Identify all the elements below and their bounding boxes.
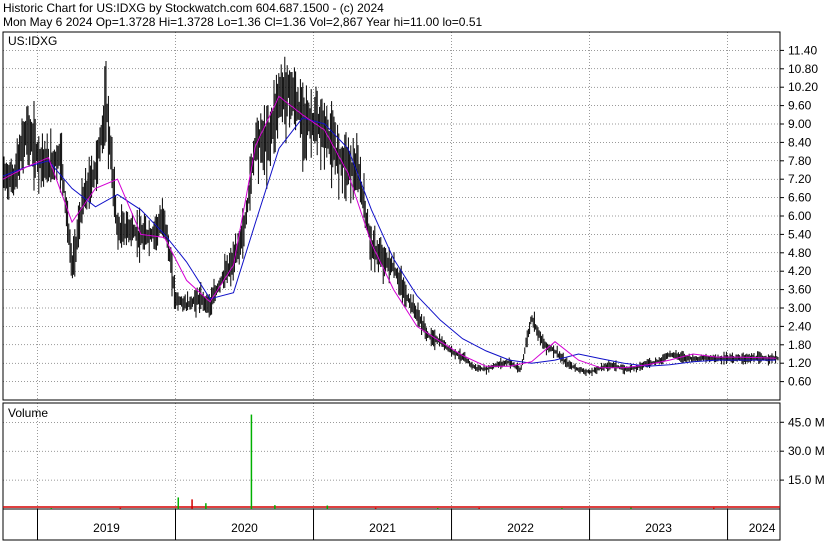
price-tick-label: 3.00 [788, 301, 812, 315]
price-tick-label: 1.20 [788, 356, 812, 370]
stock-chart: US:IDXG Volume 0.60 1.20 1.80 2.40 3.00 3.60 4… [2, 31, 825, 541]
volume-tick-label: 30.0 M [788, 444, 825, 458]
date-tick-label: 2024 [749, 521, 776, 535]
price-tick-label: 1.80 [788, 338, 812, 352]
date-tick-label: 2022 [507, 521, 534, 535]
date-tick-label: 2020 [231, 521, 258, 535]
price-tick-label: 10.80 [788, 62, 818, 76]
price-tick-label: 0.60 [788, 375, 812, 389]
date-tick-label: 2021 [369, 521, 396, 535]
volume-tick-label: 15.0 M [788, 473, 825, 487]
price-tick-label: 3.60 [788, 283, 812, 297]
volume-tick-label: 45.0 M [788, 415, 825, 429]
volume-panel [2, 402, 781, 510]
price-tick-label: 2.40 [788, 319, 812, 333]
price-tick-label: 5.40 [788, 227, 812, 241]
price-panel-title: US:IDXG [8, 34, 57, 48]
price-tick-label: 9.00 [788, 117, 812, 131]
price-tick-label: 6.60 [788, 191, 812, 205]
date-tick-label: 2023 [645, 521, 672, 535]
price-tick-label: 7.20 [788, 172, 812, 186]
price-tick-label: 11.40 [788, 43, 817, 57]
price-tick-label: 4.20 [788, 264, 812, 278]
price-tick-label: 10.20 [788, 80, 818, 94]
date-tick-label: 2019 [93, 521, 120, 535]
price-tick-label: 4.80 [788, 246, 812, 260]
price-tick-label: 6.00 [788, 209, 812, 223]
price-tick-label: 9.60 [788, 99, 812, 113]
price-tick-label: 8.40 [788, 135, 812, 149]
volume-panel-title: Volume [8, 406, 48, 420]
price-tick-label: 7.80 [788, 154, 812, 168]
